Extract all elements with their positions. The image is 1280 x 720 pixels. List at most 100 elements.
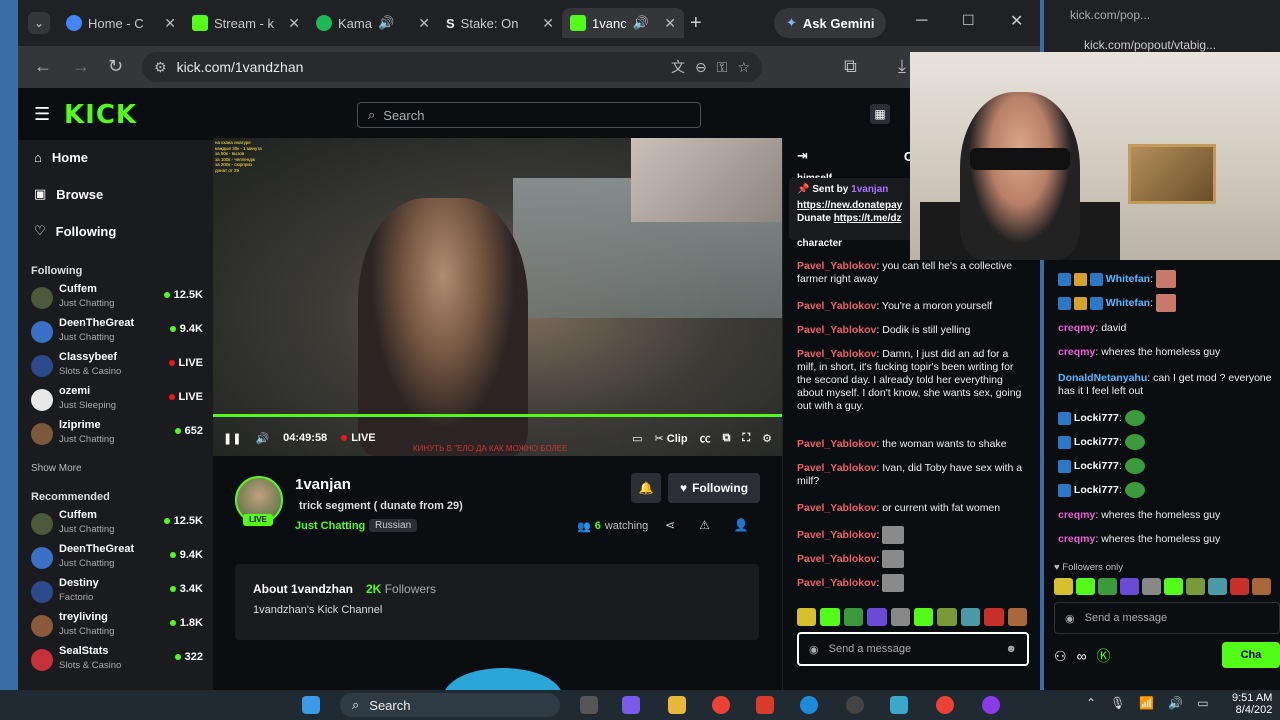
chat-username[interactable]: Pavel_Yablokov — [797, 502, 876, 514]
menu-icon[interactable]: ☰ — [34, 104, 50, 125]
stream-category[interactable]: Just Chatting — [295, 520, 365, 532]
maximize-button[interactable]: ☐ — [962, 12, 975, 29]
emote-icon[interactable] — [820, 608, 840, 626]
chat-username[interactable]: creqmy — [1058, 509, 1095, 521]
back-button[interactable]: ← — [34, 56, 52, 77]
sidebar-channel[interactable]: treyliving Just Chatting 1.8K — [31, 611, 203, 643]
translate-icon[interactable]: 文 — [671, 57, 685, 77]
pause-icon[interactable]: ❚❚ — [223, 432, 241, 445]
emote-icon[interactable] — [1007, 608, 1028, 626]
photos-icon[interactable] — [890, 696, 908, 714]
users-icon[interactable]: ⚇ — [1054, 648, 1067, 665]
emoji-icon[interactable]: ☻ — [1005, 643, 1017, 655]
share-icon[interactable]: ⋖ — [665, 518, 675, 532]
windows-start-icon[interactable] — [302, 696, 320, 714]
chat-username[interactable]: creqmy — [1058, 533, 1095, 545]
zoom-icon[interactable]: ⊖ — [695, 59, 707, 76]
emote-icon[interactable] — [1098, 578, 1117, 595]
sidebar-channel[interactable]: DeenTheGreat Just Chatting 9.4K — [31, 543, 203, 575]
close-icon[interactable]: ✕ — [418, 15, 430, 32]
emote-icon[interactable] — [914, 608, 934, 626]
key-icon[interactable]: ⚿ — [717, 59, 728, 76]
chevron-up-icon[interactable]: ⌃ — [1086, 696, 1096, 710]
close-window-button[interactable]: ✕ — [1010, 11, 1023, 31]
emote-icon[interactable] — [1142, 578, 1161, 595]
video-player[interactable]: на кхана янатуре каждые 30к - 1 минута за … — [213, 138, 782, 456]
close-icon[interactable]: ✕ — [542, 15, 554, 32]
chat-username[interactable]: Pavel_Yablokov — [797, 324, 876, 336]
close-icon[interactable]: ✕ — [164, 15, 176, 32]
nav-home[interactable]: ⌂ Home — [34, 150, 88, 165]
pinned-link[interactable]: https://t.me/dz — [834, 213, 902, 224]
collapse-chat-icon[interactable]: ⇥ — [797, 148, 808, 164]
new-tab-button[interactable]: + — [690, 12, 702, 35]
sidebar-channel[interactable]: Destiny Factorio 3.4K — [31, 577, 203, 609]
taskbar-search[interactable]: ⌕ Search — [340, 693, 560, 717]
emote-icon[interactable] — [1164, 578, 1183, 595]
store-icon[interactable] — [756, 696, 774, 714]
infinity-icon[interactable]: ∞ — [1077, 648, 1087, 664]
notification-bell-button[interactable]: 🔔 — [631, 473, 661, 503]
chat-message-input[interactable]: ◉ Send a message ☻ — [797, 632, 1029, 666]
chat-username[interactable]: Pavel_Yablokov — [797, 438, 876, 450]
chat-username[interactable]: Locki777 — [1074, 484, 1119, 496]
kick-badge-icon[interactable]: Ⓚ — [1097, 646, 1111, 666]
chat-username[interactable]: Whitefan — [1106, 297, 1150, 309]
copilot-icon[interactable] — [622, 696, 640, 714]
tab-search-button[interactable]: ⌄ — [28, 12, 50, 34]
taskbar-clock[interactable]: 9:51 AM 8/4/202 — [1232, 692, 1272, 716]
emote-icon[interactable] — [960, 608, 981, 626]
edge-icon[interactable] — [800, 696, 818, 714]
search-input[interactable]: ⌕ Search — [357, 102, 701, 128]
kick-logo[interactable]: KICK — [64, 100, 137, 130]
microphone-icon[interactable]: 🎙 — [1110, 696, 1125, 710]
battery-icon[interactable]: ▭ — [1197, 696, 1208, 710]
popout-chat-button[interactable]: Cha — [1222, 642, 1280, 668]
tab-stake[interactable]: S Stake: On ✕ — [438, 8, 562, 38]
chat-username[interactable]: Pavel_Yablokov — [797, 462, 876, 474]
fullscreen-icon[interactable]: ⛶ — [742, 432, 750, 445]
chat-username[interactable]: creqmy — [1058, 346, 1095, 358]
sidebar-channel[interactable]: ozemi Just Sleeping LIVE — [31, 385, 203, 417]
gemini-button[interactable]: ✦ Ask Gemini — [774, 8, 887, 38]
chat-username[interactable]: Locki777 — [1074, 412, 1119, 424]
emote-icon[interactable] — [937, 608, 957, 626]
reload-button[interactable]: ↻ — [108, 56, 123, 77]
speaker-icon[interactable]: 🔊 — [1168, 696, 1183, 710]
bookmark-star-icon[interactable]: ☆ — [737, 59, 750, 76]
forward-button[interactable]: → — [72, 56, 90, 77]
url-field[interactable]: ⚙ kick.com/1vandzhan 文 ⊖ ⚿ ☆ — [142, 52, 762, 82]
emote-icon[interactable] — [867, 608, 887, 626]
tab-home[interactable]: Home - C ✕ — [58, 8, 184, 38]
emote-icon[interactable] — [1252, 578, 1271, 595]
emote-icon[interactable] — [843, 608, 864, 626]
pinned-user[interactable]: 1vanjan — [851, 184, 888, 195]
following-button[interactable]: ♥ Following — [668, 473, 760, 503]
obs-icon[interactable] — [846, 696, 864, 714]
sidebar-channel[interactable]: lziprime Just Chatting 652 — [31, 419, 203, 451]
close-icon[interactable]: ✕ — [664, 15, 676, 32]
file-explorer-icon[interactable] — [668, 696, 686, 714]
chat-username[interactable]: creqmy — [1058, 322, 1095, 334]
wifi-icon[interactable]: 📶 — [1139, 696, 1154, 710]
report-icon[interactable]: ⚠ — [699, 518, 710, 532]
settings-gear-icon[interactable]: ⚙ — [762, 432, 772, 445]
tab-active-channel[interactable]: 1vanc 🔊 ✕ — [562, 8, 684, 38]
emote-icon[interactable] — [797, 608, 817, 626]
sidebar-channel[interactable]: Cuffem Just Chatting 12.5K — [31, 283, 203, 315]
show-more-link[interactable]: Show More — [31, 463, 82, 474]
emote-icon[interactable] — [1208, 578, 1227, 595]
chat-username[interactable]: Whitefan — [1106, 273, 1150, 285]
emote-icon[interactable] — [1054, 578, 1073, 595]
emote-icon[interactable] — [1120, 578, 1139, 595]
emote-icon[interactable] — [1186, 578, 1205, 595]
chat-username[interactable]: Pavel_Yablokov — [797, 260, 876, 272]
emote-icon[interactable] — [984, 608, 1004, 626]
task-view-icon[interactable] — [580, 696, 598, 714]
chrome-profile-icon[interactable] — [936, 696, 954, 714]
nav-following[interactable]: ♡ Following — [34, 223, 116, 239]
emote-icon[interactable] — [890, 608, 911, 626]
grid-icon[interactable]: ▦ — [870, 104, 890, 124]
theater-icon[interactable]: ▭ — [632, 432, 642, 445]
chrome-icon[interactable] — [712, 696, 730, 714]
